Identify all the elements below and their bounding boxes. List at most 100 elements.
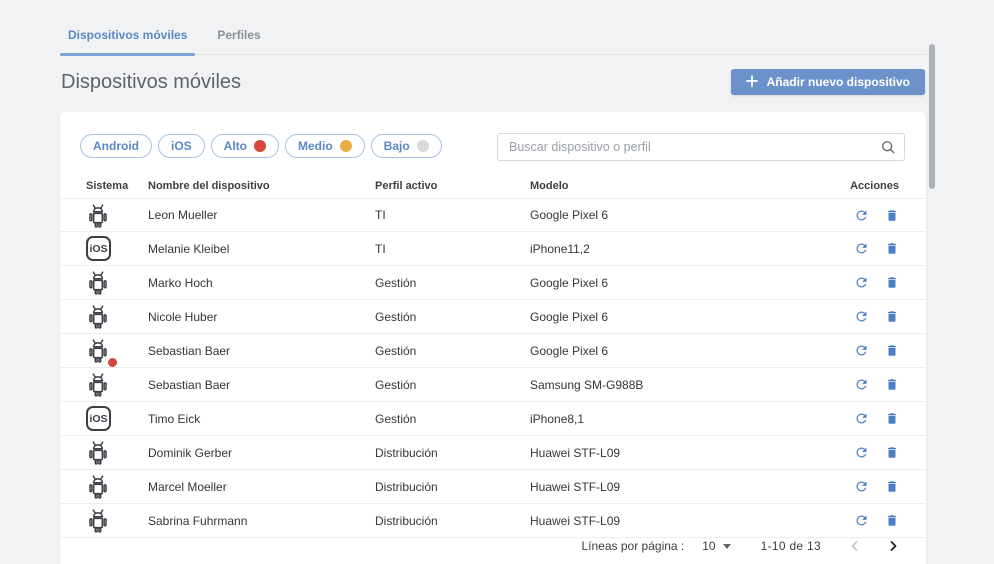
row-actions <box>829 513 899 528</box>
vertical-scrollbar[interactable] <box>929 44 935 189</box>
refresh-device-button[interactable] <box>854 208 869 223</box>
delete-device-button[interactable] <box>885 241 899 256</box>
tab-bar: Dispositivos móviles Perfiles <box>60 24 926 55</box>
filter-chip-label: Medio <box>298 139 333 153</box>
table-row[interactable]: Marcel MoellerDistribuciónHuawei STF-L09 <box>60 470 926 504</box>
search-input[interactable] <box>497 133 905 161</box>
device-model: Google Pixel 6 <box>530 208 829 222</box>
delete-device-button[interactable] <box>885 377 899 392</box>
active-profile: Distribución <box>375 446 530 460</box>
refresh-icon <box>854 516 869 531</box>
trash-icon <box>885 312 899 327</box>
delete-device-button[interactable] <box>885 479 899 494</box>
delete-device-button[interactable] <box>885 343 899 358</box>
filter-chip-label: Android <box>93 139 139 153</box>
chevron-left-icon <box>849 540 861 552</box>
high-risk-dot <box>108 358 117 367</box>
table-row[interactable]: Dominik GerberDistribuciónHuawei STF-L09 <box>60 436 926 470</box>
android-robot-icon <box>86 201 116 229</box>
refresh-device-button[interactable] <box>854 513 869 528</box>
filter-chip-alto[interactable]: Alto <box>211 134 279 158</box>
table-row[interactable]: Leon MuellerTIGoogle Pixel 6 <box>60 198 926 232</box>
device-name: Nicole Huber <box>148 310 375 324</box>
active-profile: TI <box>375 208 530 222</box>
table-row[interactable]: Sebastian BaerGestiónGoogle Pixel 6 <box>60 334 926 368</box>
table-body: Leon MuellerTIGoogle Pixel 6iOSMelanie K… <box>60 198 926 538</box>
trash-icon <box>885 211 899 226</box>
delete-device-button[interactable] <box>885 275 899 290</box>
refresh-icon <box>854 211 869 226</box>
table-row[interactable]: Sebastian BaerGestiónSamsung SM-G988B <box>60 368 926 402</box>
trash-icon <box>885 346 899 361</box>
row-actions <box>829 445 899 460</box>
refresh-device-button[interactable] <box>854 479 869 494</box>
refresh-device-button[interactable] <box>854 343 869 358</box>
rows-per-page-select[interactable]: 10 <box>702 539 730 553</box>
table-row[interactable]: iOSMelanie KleibelTIiPhone11,2 <box>60 232 926 266</box>
device-name: Marcel Moeller <box>148 480 375 494</box>
next-page-button[interactable] <box>887 540 899 552</box>
row-actions <box>829 343 899 358</box>
filter-chip-ios[interactable]: iOS <box>158 134 205 158</box>
pagination-bar: Líneas por página : 10 1-10 de 13 <box>582 535 900 557</box>
search-icon[interactable] <box>880 139 896 160</box>
device-model: iPhone8,1 <box>530 412 829 426</box>
device-name: Sebastian Baer <box>148 378 375 392</box>
page-range-label: 1-10 de 13 <box>761 539 821 553</box>
previous-page-button[interactable] <box>849 540 861 552</box>
trash-icon <box>885 516 899 531</box>
filter-chip-medio[interactable]: Medio <box>285 134 365 158</box>
ios-badge-label: iOS <box>86 406 111 431</box>
row-actions <box>829 479 899 494</box>
refresh-device-button[interactable] <box>854 241 869 256</box>
refresh-device-button[interactable] <box>854 275 869 290</box>
device-name: Marko Hoch <box>148 276 375 290</box>
add-device-button[interactable]: Añadir nuevo dispositivo <box>731 69 925 95</box>
filter-chip-bajo[interactable]: Bajo <box>371 134 442 158</box>
table-row[interactable]: iOSTimo EickGestióniPhone8,1 <box>60 402 926 436</box>
trash-icon <box>885 448 899 463</box>
device-name: Timo Eick <box>148 412 375 426</box>
active-profile: Gestión <box>375 310 530 324</box>
android-robot-icon <box>86 337 116 365</box>
delete-device-button[interactable] <box>885 513 899 528</box>
device-model: Samsung SM-G988B <box>530 378 829 392</box>
table-row[interactable]: Sabrina FuhrmannDistribuciónHuawei STF-L… <box>60 504 926 538</box>
tab-dispositivos-moviles[interactable]: Dispositivos móviles <box>60 24 195 54</box>
refresh-icon <box>854 278 869 293</box>
trash-icon <box>885 278 899 293</box>
trash-icon <box>885 482 899 497</box>
android-robot-icon <box>86 269 116 297</box>
refresh-device-button[interactable] <box>854 309 869 324</box>
android-robot-icon <box>86 473 116 501</box>
table-row[interactable]: Nicole HuberGestiónGoogle Pixel 6 <box>60 300 926 334</box>
filter-chips: Android iOS Alto Medio Bajo <box>80 134 442 158</box>
filter-chip-android[interactable]: Android <box>80 134 152 158</box>
ios-badge-icon: iOS <box>86 405 116 433</box>
delete-device-button[interactable] <box>885 309 899 324</box>
risk-level-dot <box>417 140 429 152</box>
tab-perfiles[interactable]: Perfiles <box>209 24 268 54</box>
filter-chip-label: Alto <box>224 139 247 153</box>
device-model: Huawei STF-L09 <box>530 446 829 460</box>
filter-chip-label: iOS <box>171 139 192 153</box>
device-model: Huawei STF-L09 <box>530 514 829 528</box>
rows-per-page-value: 10 <box>702 539 715 553</box>
table-row[interactable]: Marko HochGestiónGoogle Pixel 6 <box>60 266 926 300</box>
delete-device-button[interactable] <box>885 411 899 426</box>
search-box <box>497 133 905 161</box>
delete-device-button[interactable] <box>885 208 899 223</box>
risk-level-dot <box>340 140 352 152</box>
delete-device-button[interactable] <box>885 445 899 460</box>
active-profile: Gestión <box>375 344 530 358</box>
refresh-device-button[interactable] <box>854 411 869 426</box>
devices-panel: AndroidiOSAltoMedioBajo Sistema Nombre d… <box>60 112 926 564</box>
device-model: Google Pixel 6 <box>530 276 829 290</box>
refresh-icon <box>854 346 869 361</box>
plus-icon <box>746 75 758 90</box>
refresh-device-button[interactable] <box>854 377 869 392</box>
add-device-button-label: Añadir nuevo dispositivo <box>767 75 910 89</box>
refresh-device-button[interactable] <box>854 445 869 460</box>
refresh-icon <box>854 244 869 259</box>
android-robot-icon <box>86 439 116 467</box>
